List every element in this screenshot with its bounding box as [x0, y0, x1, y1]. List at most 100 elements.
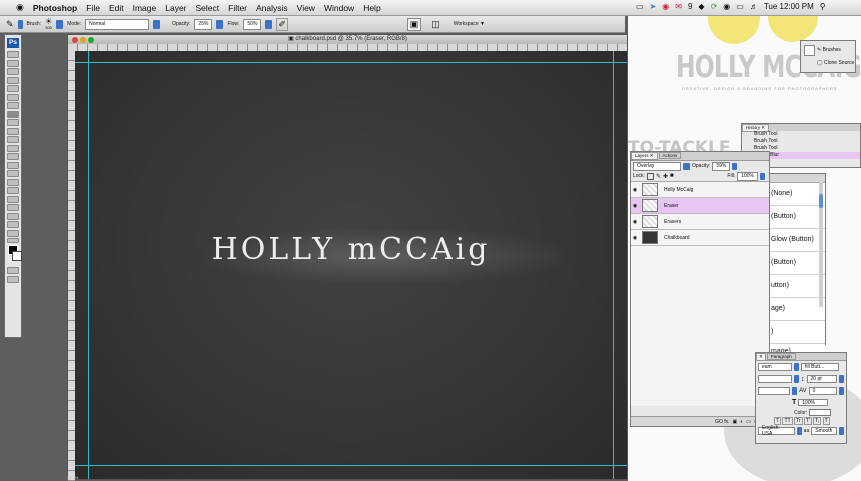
underline-button[interactable]: T [822, 417, 830, 425]
style-item[interactable]: age) [768, 298, 825, 321]
eye-icon[interactable]: ◉ [631, 235, 639, 241]
menu-image[interactable]: Image [133, 3, 157, 13]
swap-colors-icon[interactable] [7, 238, 19, 243]
history-item[interactable]: Brush Tool [742, 138, 860, 145]
flow-slider-button[interactable] [265, 19, 273, 29]
tab-actions[interactable]: Actions [658, 152, 682, 159]
fill-field[interactable]: 100% [737, 171, 758, 181]
horizontal-scale-field[interactable]: 100% [798, 399, 829, 406]
language-arrow[interactable] [797, 427, 802, 435]
tracking-field[interactable]: 0 [808, 387, 838, 395]
tool-preset-dropdown[interactable] [17, 19, 23, 29]
brush-tool-icon[interactable]: ✎ [6, 19, 14, 30]
mail-icon[interactable]: ✉ [675, 2, 682, 11]
link-layers-icon[interactable]: GO fx. [715, 419, 729, 425]
display-icon[interactable]: ▭ [736, 2, 744, 11]
twitter-icon[interactable]: ➤ [650, 2, 657, 11]
guide-horizontal-bottom[interactable] [75, 465, 627, 466]
chalkboard-canvas[interactable]: HOLLY mCCAig [75, 51, 627, 479]
zoom-tool-icon[interactable] [7, 229, 19, 237]
subscript-button[interactable]: T, [813, 417, 822, 425]
styles-scroll-thumb[interactable] [819, 194, 823, 208]
eye-icon[interactable]: ◉ [631, 187, 639, 193]
eye-icon[interactable]: ◉ [631, 203, 639, 209]
all-caps-button[interactable]: Tr [793, 417, 803, 425]
font-size-left-arrow[interactable] [794, 375, 799, 383]
dropbox-icon[interactable]: ◆ [698, 2, 704, 11]
left-ruler[interactable] [68, 51, 75, 481]
gradient-tool-icon[interactable] [7, 144, 19, 152]
magic-wand-tool-icon[interactable] [7, 76, 19, 84]
lock-pixels-icon[interactable]: ✎ [656, 173, 661, 180]
antialias-select[interactable]: Smooth [811, 427, 838, 435]
marquee-tool-icon[interactable] [7, 59, 19, 67]
minimize-window-button[interactable] [80, 36, 86, 43]
brushes-panel-collapse-icon[interactable] [804, 45, 815, 56]
workspace-menu[interactable]: Workspace ▼ [454, 21, 485, 27]
fill-slider[interactable] [760, 172, 765, 180]
clone-source-item[interactable]: ◯ Clone Source [817, 60, 854, 66]
style-item[interactable]: ) [768, 321, 825, 344]
menu-analysis[interactable]: Analysis [256, 3, 288, 13]
group-icon[interactable]: ▭ [746, 419, 751, 425]
layer-row[interactable]: ◉ Erasers [631, 214, 769, 230]
font-family-arrow[interactable] [794, 363, 799, 371]
bridge-icon[interactable]: ▣ [406, 17, 422, 31]
pen-tool-icon[interactable] [7, 170, 19, 177]
faux-italic-button[interactable]: TT [782, 417, 793, 425]
brush-preview[interactable]: ☀ 300 [45, 18, 52, 31]
tab-character[interactable]: ✕ [756, 353, 766, 361]
clock[interactable]: Tue 12:00 PM [764, 2, 814, 11]
menu-file[interactable]: File [86, 3, 100, 13]
notes-tool-icon[interactable] [7, 212, 19, 220]
eyedropper-tool-icon[interactable] [7, 93, 19, 101]
lasso-tool-icon[interactable] [7, 68, 19, 75]
lock-transparency-icon[interactable] [646, 172, 654, 180]
layer-row[interactable]: ◉ Chalkboard [631, 230, 769, 246]
history-item[interactable]: Brush Tool [742, 131, 860, 138]
flow-field[interactable]: 50% [243, 18, 262, 30]
font-size-field[interactable]: 20 pt [806, 375, 837, 383]
guide-horizontal-top[interactable] [75, 62, 627, 63]
superscript-button[interactable]: T' [803, 417, 812, 425]
menu-select[interactable]: Select [196, 3, 220, 13]
brushes-item[interactable]: ✎ Brushes [817, 47, 841, 53]
font-size-left-field[interactable] [758, 375, 792, 383]
volume-icon[interactable]: ♬ [750, 2, 758, 11]
layer-opacity-slider[interactable] [732, 162, 738, 170]
antialias-arrow[interactable] [839, 427, 844, 435]
text-color-swatch[interactable] [809, 409, 832, 416]
mode-dropdown-arrow[interactable] [153, 19, 161, 29]
zoom-readout[interactable]: 35.7% [67, 475, 78, 480]
screen-icon[interactable]: ▭ [636, 2, 644, 11]
style-item[interactable]: (Button) [768, 252, 825, 275]
tab-layers[interactable]: Layers ✕ [631, 152, 658, 160]
mode-select[interactable]: Normal [85, 18, 150, 30]
move-tool-icon[interactable] [7, 51, 19, 58]
history-brush-tool-icon[interactable] [7, 127, 19, 135]
zoom-window-button[interactable] [88, 36, 94, 43]
brush-picker-dropdown[interactable] [56, 19, 64, 29]
style-item[interactable]: (None) [768, 183, 825, 206]
dodge-tool-icon[interactable] [7, 161, 19, 169]
menu-help[interactable]: Help [363, 3, 380, 13]
3d-tool-icon[interactable] [7, 204, 19, 211]
spotlight-icon[interactable]: ⚲ [820, 2, 826, 11]
menu-filter[interactable]: Filter [228, 3, 247, 13]
layer-row[interactable]: ◉ Holly McCaig [631, 182, 769, 198]
background-color-swatch[interactable] [12, 251, 22, 261]
hand-tool-icon[interactable] [7, 221, 19, 228]
opacity-slider-button[interactable] [216, 19, 224, 29]
blur-tool-icon[interactable] [7, 153, 19, 160]
airbrush-icon[interactable]: ✐ [276, 17, 288, 31]
menu-app-name[interactable]: Photoshop [33, 3, 77, 13]
blend-mode-arrow[interactable] [683, 162, 690, 170]
clone-stamp-tool-icon[interactable] [7, 119, 19, 126]
quick-mask-icon[interactable] [7, 267, 19, 274]
shape-tool-icon[interactable] [7, 195, 19, 203]
kerning-field[interactable] [758, 387, 791, 395]
top-ruler[interactable] [68, 44, 627, 51]
wifi-icon[interactable]: ◉ [723, 2, 730, 11]
lock-position-icon[interactable]: ✚ [663, 173, 668, 180]
lock-all-icon[interactable]: ■ [670, 173, 674, 179]
